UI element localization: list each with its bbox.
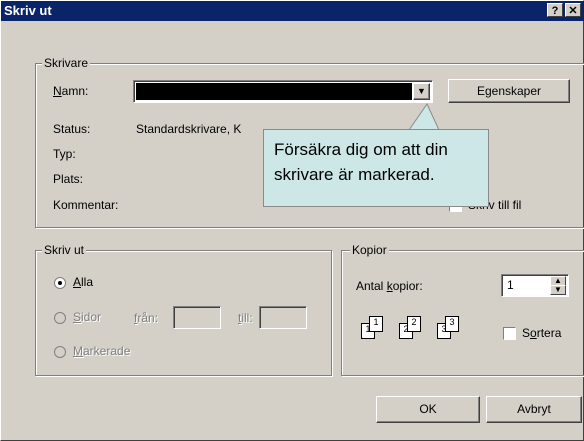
copies-legend: Kopior (350, 243, 389, 257)
from-label: från: (134, 311, 159, 325)
print-dialog: Skriv ut ? ✕ Skrivare Namn: ▼ Egenskaper… (0, 0, 584, 441)
copies-value: 1 (507, 278, 514, 292)
print-range-legend: Skriv ut (42, 243, 87, 257)
selection-radio[interactable] (54, 346, 66, 358)
selected-printer-highlight (136, 83, 412, 100)
type-label: Typ: (53, 147, 76, 161)
copies-input[interactable]: 1 ▲ ▼ (501, 274, 569, 297)
collate-label: Sortera (522, 326, 562, 340)
properties-button-label: Egenskaper (476, 84, 542, 98)
printer-group-legend: Skrivare (42, 56, 91, 70)
status-label: Status: (53, 122, 91, 136)
help-icon[interactable]: ? (547, 3, 563, 17)
all-radio-label: Alla (73, 275, 94, 289)
copies-group: Kopior (341, 243, 584, 376)
pages-radio[interactable] (54, 312, 66, 324)
chevron-down-icon[interactable]: ▼ (413, 83, 430, 100)
properties-button[interactable]: Egenskaper (448, 79, 570, 103)
all-radio[interactable] (54, 277, 66, 289)
copies-label: Antal kopior: (356, 279, 423, 293)
close-icon[interactable]: ✕ (565, 3, 581, 17)
spin-down-icon[interactable]: ▼ (550, 285, 566, 295)
collate-checkbox[interactable] (503, 327, 516, 340)
cancel-button[interactable]: Avbryt (486, 396, 582, 423)
to-label: till: (238, 311, 253, 325)
ok-button-label: OK (419, 402, 437, 416)
printer-name-select[interactable]: ▼ (133, 80, 433, 103)
window-title: Skriv ut (4, 3, 52, 18)
page-icon: 2 (407, 316, 421, 332)
page-icon: 3 (445, 316, 459, 332)
pages-radio-label: Sidor (73, 310, 102, 324)
page-icon: 1 (369, 316, 383, 332)
cancel-button-label: Avbryt (517, 402, 551, 416)
tooltip-pointer (408, 103, 440, 131)
tooltip-text: Försäkra dig om att din skrivare är mark… (274, 140, 448, 184)
status-value: Standardskrivare, K (136, 122, 242, 136)
location-label: Plats: (53, 172, 84, 186)
name-label: Namn: (53, 84, 89, 98)
ok-button[interactable]: OK (376, 396, 480, 423)
tooltip-callout: Försäkra dig om att din skrivare är mark… (263, 129, 489, 207)
title-bar: Skriv ut ? ✕ (1, 1, 584, 21)
selection-radio-label: Markerade (73, 344, 131, 358)
comment-label: Kommentar: (53, 198, 119, 212)
from-page-input[interactable] (173, 306, 221, 329)
to-page-input[interactable] (259, 306, 307, 329)
